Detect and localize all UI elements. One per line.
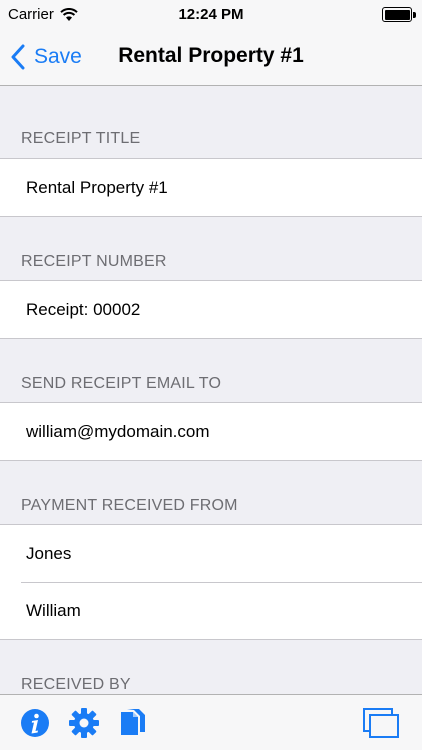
first-name-field[interactable]: William (0, 582, 422, 639)
page-title: Rental Property #1 (118, 44, 304, 67)
receipt-title-field[interactable]: Rental Property #1 (0, 159, 422, 216)
status-bar: Carrier 12:24 PM (0, 0, 422, 30)
windows-button[interactable] (362, 707, 400, 739)
form-table[interactable]: RECEIPT TITLE Rental Property #1 RECEIPT… (0, 86, 422, 694)
gear-icon (69, 708, 99, 738)
last-name-field[interactable]: Jones (0, 525, 422, 582)
battery-icon (382, 7, 416, 22)
receipt-title-header: RECEIPT TITLE (21, 130, 141, 147)
windows-icon (363, 708, 399, 738)
settings-button[interactable] (68, 707, 100, 739)
documents-button[interactable] (117, 707, 149, 739)
info-icon (21, 709, 49, 737)
bottom-toolbar (0, 694, 422, 750)
received-by-header: RECEIVED BY (21, 676, 131, 693)
battery-fill (384, 9, 410, 20)
payment-from-group: Jones William (0, 524, 422, 640)
receipt-number-field[interactable]: Receipt: 00002 (0, 281, 422, 338)
clock: 12:24 PM (178, 6, 244, 23)
email-group: william@mydomain.com (0, 402, 422, 461)
info-button[interactable] (19, 707, 51, 739)
receipt-title-group: Rental Property #1 (0, 158, 422, 217)
email-field[interactable]: william@mydomain.com (0, 403, 422, 460)
receipt-number-header: RECEIPT NUMBER (21, 253, 167, 270)
payment-from-header: PAYMENT RECEIVED FROM (21, 497, 238, 514)
receipt-number-group: Receipt: 00002 (0, 280, 422, 339)
navigation-bar: Save Rental Property #1 (0, 30, 422, 86)
documents-icon (121, 709, 145, 735)
email-header: SEND RECEIPT EMAIL TO (21, 375, 222, 392)
